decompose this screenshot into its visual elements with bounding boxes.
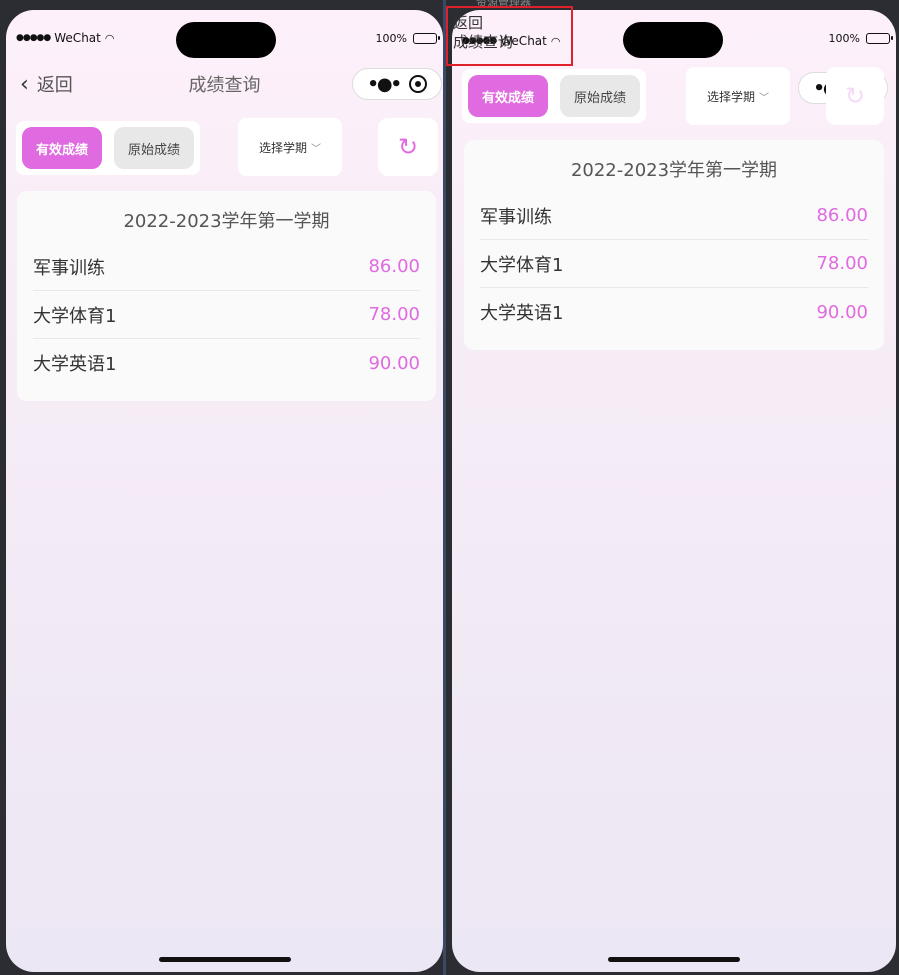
back-label: 返回 (36, 75, 73, 96)
battery-icon (866, 33, 893, 44)
nav-bar: ‹ 返回 成绩查询 •●• (6, 60, 443, 108)
list-item: 军事训练 86.00 (33, 243, 420, 291)
list-item: 大学英语1 90.00 (480, 288, 868, 336)
notch (623, 22, 723, 58)
status-bar: ●●●●● WeChat ◠ 100% (6, 10, 443, 60)
refresh-icon: ↻ (397, 133, 419, 161)
term-select-dropdown[interactable]: 选择学期 ﹀ (686, 67, 790, 125)
carrier-label: WeChat (54, 31, 101, 45)
course-name: 军事训练 (480, 206, 552, 228)
term-title: 2022-2023学年第一学期 (570, 160, 778, 181)
course-score: 90.00 (368, 352, 420, 374)
course-name: 大学体育1 (480, 254, 564, 276)
term-card: 2022-2023学年第一学期 军事训练 86.00 大学体育1 78.00 大… (17, 191, 436, 401)
course-score: 86.00 (368, 256, 420, 277)
term-card: 2022-2023学年第一学期 军事训练 86.00 大学体育1 78.00 大… (464, 140, 884, 350)
back-button[interactable]: ‹ 返回 (20, 71, 73, 97)
chevron-down-icon: ﹀ (311, 143, 321, 155)
battery-percent: 100% (375, 32, 407, 45)
simulator-left: ●●●●● WeChat ◠ 100% ‹ 返回 成绩查询 •●• 有效成绩 原… (6, 10, 443, 972)
target-icon[interactable] (408, 75, 427, 93)
list-item: 军事训练 86.00 (480, 192, 868, 240)
course-name: 大学英语1 (480, 303, 564, 324)
wifi-icon: ◠ (104, 31, 115, 45)
tab-raw-scores[interactable]: 原始成绩 (114, 127, 194, 169)
course-score: 90.00 (816, 301, 868, 323)
window-divider (443, 0, 446, 975)
battery-area: 100% (828, 32, 893, 45)
tab-group: 有效成绩 原始成绩 (16, 121, 200, 175)
notch (176, 22, 276, 58)
toolbar: 有效成绩 原始成绩 (16, 118, 437, 178)
term-select-label: 选择学期 (706, 89, 755, 104)
chevron-left-icon: ‹ (20, 71, 29, 97)
battery-area: 100% (375, 32, 440, 45)
battery-percent: 100% (828, 32, 860, 45)
simulator-right: 100% •●• 有效成绩 原始成绩 选择学期 ﹀ ↻ 2022-2023学年第… (452, 10, 896, 972)
refresh-button[interactable]: ↻ (826, 67, 884, 125)
term-select-dropdown[interactable]: 选择学期 ﹀ (238, 118, 342, 176)
more-dots-icon[interactable]: •●• (367, 74, 402, 95)
course-name: 大学英语1 (33, 354, 117, 375)
highlight-box (446, 6, 573, 66)
home-indicator (608, 957, 740, 962)
mini-program-capsule: •●• (352, 68, 442, 100)
term-title: 2022-2023学年第一学期 (123, 211, 330, 232)
battery-icon (413, 33, 440, 44)
course-score: 86.00 (816, 205, 868, 226)
course-name: 军事训练 (33, 257, 105, 279)
tab-raw-scores[interactable]: 原始成绩 (560, 75, 640, 117)
refresh-button[interactable]: ↻ (378, 118, 438, 176)
tab-valid-scores[interactable]: 有效成绩 (468, 75, 548, 117)
home-indicator (158, 957, 291, 962)
tab-group: 有效成绩 原始成绩 (462, 69, 646, 123)
course-score: 78.00 (816, 253, 868, 274)
list-item: 大学体育1 78.00 (33, 291, 420, 339)
signal-dots-icon: ●●●●● (16, 33, 51, 43)
tab-valid-scores[interactable]: 有效成绩 (22, 127, 102, 169)
list-item: 大学英语1 90.00 (33, 339, 420, 387)
refresh-icon: ↻ (844, 82, 866, 110)
list-item: 大学体育1 78.00 (480, 240, 868, 288)
term-select-label: 选择学期 (258, 140, 307, 155)
signal-area: ●●●●● WeChat ◠ (16, 31, 114, 45)
course-score: 78.00 (368, 304, 420, 325)
chevron-down-icon: ﹀ (759, 92, 769, 104)
course-name: 大学体育1 (33, 305, 117, 327)
